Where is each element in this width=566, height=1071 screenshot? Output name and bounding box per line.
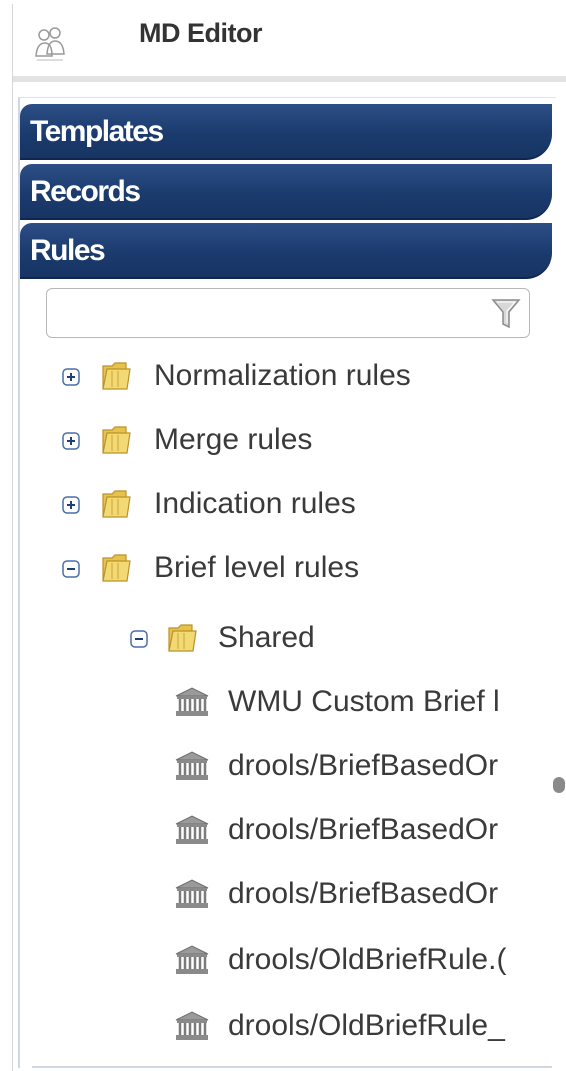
folder-icon	[102, 490, 131, 518]
rule-label: drools/BriefBasedOr	[228, 813, 499, 846]
panel-bottom-border	[32, 1066, 552, 1068]
tree-node-label: Shared	[218, 621, 315, 654]
rule-building-icon	[175, 815, 209, 844]
expand-plus-icon[interactable]	[62, 496, 80, 514]
folder-icon	[102, 362, 131, 390]
rule-label: drools/BriefBasedOr	[228, 749, 499, 782]
tree-node-label: Brief level rules	[154, 551, 360, 584]
rule-label: drools/OldBriefRule.(	[228, 943, 507, 976]
tree-node-label: Indication rules	[154, 487, 356, 520]
expand-plus-icon[interactable]	[62, 432, 80, 450]
tree-node-label: Normalization rules	[154, 359, 411, 392]
folder-icon	[102, 554, 131, 582]
rule-building-icon	[175, 751, 209, 780]
splitter-handle[interactable]	[553, 777, 565, 793]
tree-node-label: Merge rules	[154, 423, 313, 456]
rule-building-icon	[175, 945, 209, 974]
folder-icon	[102, 426, 131, 454]
tree-viewport: Normalization rules Merge rules Indicati…	[0, 0, 544, 1071]
rule-label: drools/BriefBasedOr	[228, 877, 499, 910]
rule-building-icon	[175, 879, 209, 908]
rule-building-icon	[175, 1011, 209, 1040]
rule-label: drools/OldBriefRule_	[228, 1009, 505, 1042]
expand-plus-icon[interactable]	[62, 368, 80, 386]
collapse-minus-icon[interactable]	[62, 560, 80, 578]
rule-building-icon	[175, 687, 209, 716]
collapse-minus-icon[interactable]	[130, 630, 148, 648]
folder-icon	[168, 624, 197, 652]
rule-label: WMU Custom Brief l	[228, 685, 500, 718]
